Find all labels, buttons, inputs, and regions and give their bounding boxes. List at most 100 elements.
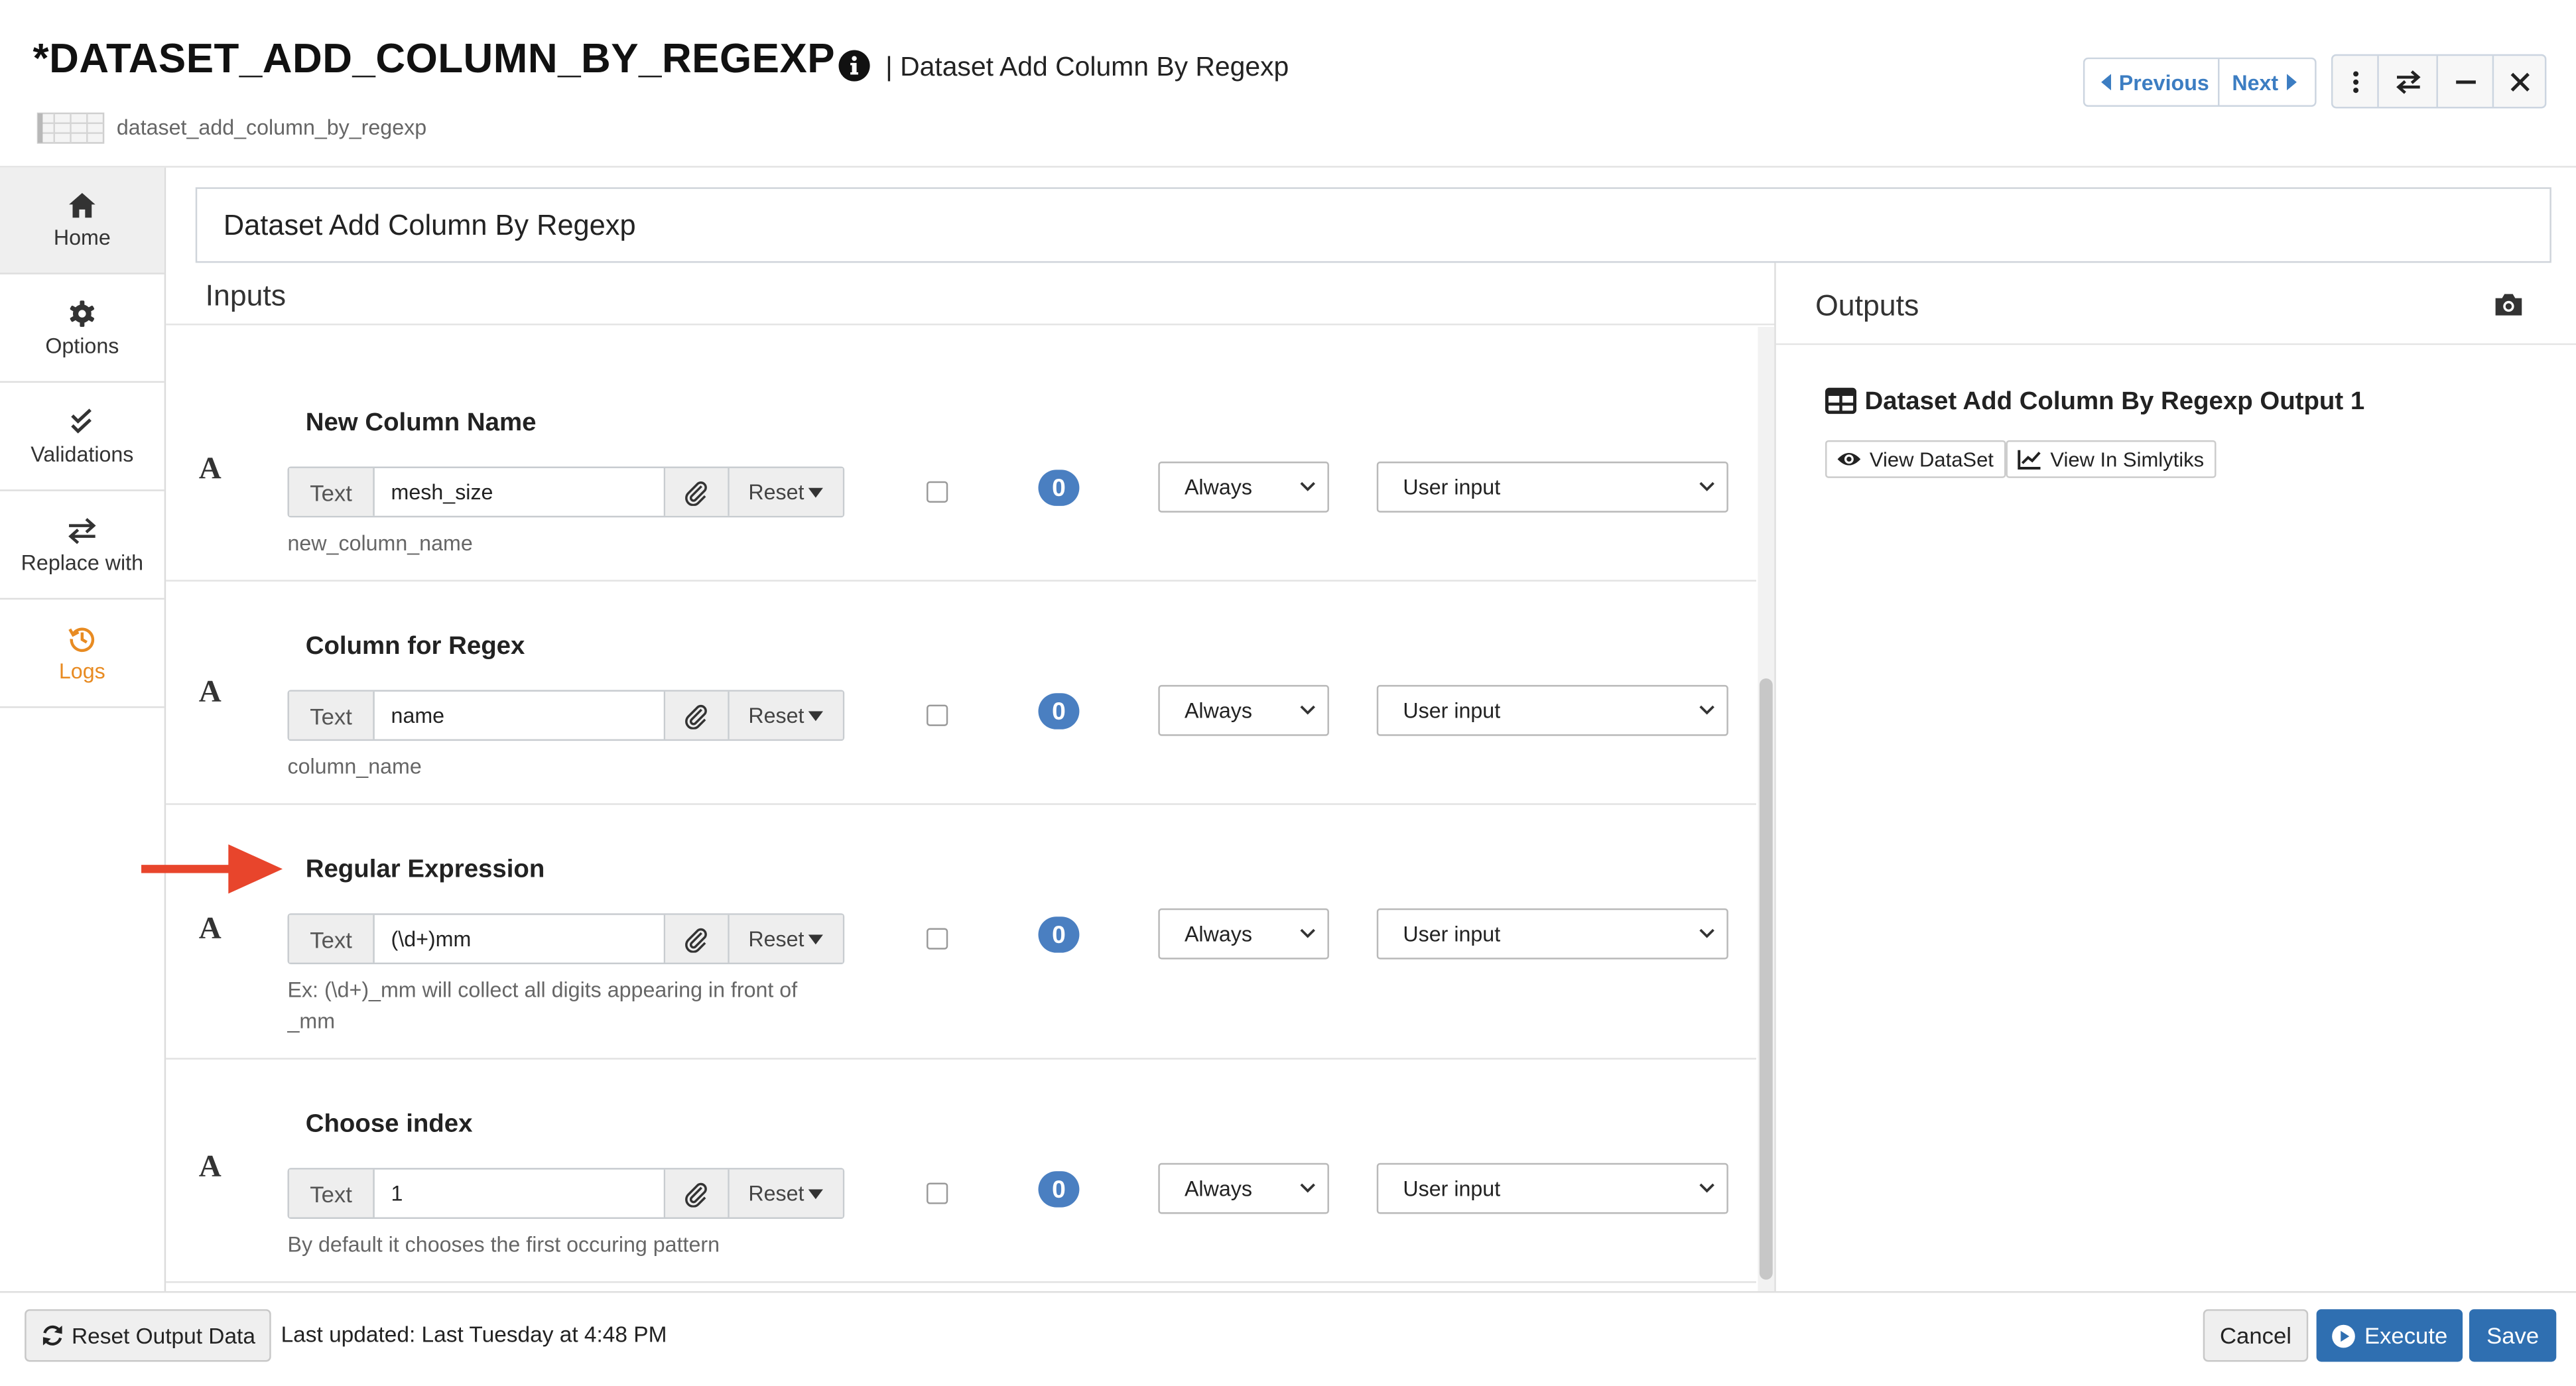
reset-output-data-button[interactable]: Reset Output Data [25, 1309, 271, 1362]
camera-icon[interactable] [2494, 290, 2524, 317]
text-type-icon: A [198, 452, 222, 487]
condition-value: Always [1184, 474, 1252, 500]
swap-button[interactable] [2379, 56, 2438, 107]
input-mode-select[interactable]: User input [1376, 462, 1728, 513]
execute-label: Execute [2364, 1322, 2448, 1349]
chevron-down-icon [1699, 705, 1714, 715]
input-mode-value: User input [1403, 698, 1501, 723]
next-label: Next [2232, 70, 2279, 95]
sidebar-item-validations[interactable]: Validations [0, 385, 164, 491]
chevron-down-icon [1699, 481, 1714, 491]
param-checkbox[interactable] [927, 481, 948, 503]
tool-name-input[interactable]: Dataset Add Column By Regexp [195, 187, 2551, 263]
param-value-input[interactable]: (\d+)mm [375, 914, 666, 963]
outputs-divider [1775, 343, 2576, 346]
reset-label: Reset [748, 703, 805, 728]
execute-button[interactable]: Execute [2316, 1309, 2463, 1362]
panel-divider [1774, 263, 1776, 1291]
text-type-icon: A [198, 1149, 222, 1184]
condition-select[interactable]: Always [1158, 1163, 1329, 1214]
param-value-input[interactable]: 1 [375, 1169, 666, 1218]
inputs-scrollbar-thumb[interactable] [1759, 678, 1773, 1280]
chevron-down-icon [1699, 1183, 1714, 1193]
condition-value: Always [1184, 1176, 1252, 1201]
condition-value: Always [1184, 698, 1252, 723]
sidebar: Home Options Validations Replace with Lo… [0, 167, 166, 1291]
count-badge: 0 [1038, 470, 1080, 506]
cancel-button[interactable]: Cancel [2203, 1309, 2309, 1362]
attach-button[interactable] [665, 691, 730, 739]
param-title: Column for Regex [305, 632, 525, 661]
param-input-group: Text name Reset [287, 690, 845, 741]
input-mode-select[interactable]: User input [1376, 684, 1728, 736]
reset-dropdown-button[interactable]: Reset [729, 1169, 843, 1218]
sidebar-item-label: Replace with [21, 550, 144, 575]
param-help-text: Ex: (\d+)_mm will collect all digits app… [287, 977, 798, 1034]
reset-dropdown-button[interactable]: Reset [729, 914, 843, 963]
param-help-text: column_name [287, 753, 422, 779]
reset-dropdown-button[interactable]: Reset [729, 691, 843, 739]
param-regular-expression: Regular Expression A Text (\d+)mm Reset … [166, 805, 1756, 1060]
param-input-group: Text (\d+)mm Reset [287, 913, 845, 965]
param-input-group: Text mesh_size Reset [287, 466, 845, 518]
param-input-group: Text 1 Reset [287, 1168, 845, 1219]
attach-button[interactable] [665, 468, 730, 516]
param-column-for-regex: Column for Regex A Text name Reset colum… [166, 582, 1756, 805]
page-title: *DATASET_ADD_COLUMN_BY_REGEXP [32, 36, 836, 82]
last-updated-text: Last updated: Last Tuesday at 4:48 PM [281, 1322, 667, 1348]
param-help-text: new_column_name [287, 531, 473, 556]
footer-divider [0, 1291, 2576, 1293]
condition-select[interactable]: Always [1158, 684, 1329, 736]
paperclip-icon [685, 927, 707, 952]
chevron-down-icon [1699, 928, 1714, 938]
next-button[interactable]: Next [2221, 59, 2315, 105]
count-badge: 0 [1038, 916, 1080, 953]
input-mode-value: User input [1403, 474, 1501, 500]
param-title: New Column Name [305, 409, 537, 437]
sidebar-item-replace-with[interactable]: Replace with [0, 493, 164, 600]
sidebar-item-label: Options [45, 333, 119, 358]
page-subtitle: | Dataset Add Column By Regexp [885, 52, 1289, 82]
param-title: Regular Expression [305, 855, 545, 884]
gear-icon [70, 300, 95, 327]
play-circle-icon [2332, 1324, 2356, 1348]
condition-value: Always [1184, 921, 1252, 946]
input-mode-select[interactable]: User input [1376, 1163, 1728, 1214]
sidebar-item-logs[interactable]: Logs [0, 601, 164, 708]
param-value-input[interactable]: name [375, 691, 666, 739]
sidebar-item-label: Home [53, 225, 111, 250]
attach-button[interactable] [665, 914, 730, 963]
save-button[interactable]: Save [2469, 1309, 2557, 1362]
record-navigation: Previous Next [2083, 57, 2317, 107]
param-new-column-name: New Column Name A Text mesh_size Reset n… [166, 358, 1756, 582]
annotation-arrow-icon [141, 844, 283, 894]
view-dataset-button[interactable]: View DataSet [1825, 440, 2006, 478]
reset-output-label: Reset Output Data [71, 1323, 255, 1348]
minimize-button[interactable] [2438, 56, 2494, 107]
outputs-heading: Outputs [1815, 288, 1919, 322]
view-in-simlytiks-button[interactable]: View In Simlytiks [2006, 440, 2216, 478]
more-options-button[interactable] [2333, 56, 2379, 107]
chevron-down-icon [1300, 1183, 1315, 1193]
sidebar-item-options[interactable]: Options [0, 276, 164, 383]
param-value-input[interactable]: mesh_size [375, 468, 666, 516]
caret-right-icon [2286, 74, 2297, 91]
attach-button[interactable] [665, 1169, 730, 1218]
previous-label: Previous [2118, 70, 2209, 95]
refresh-icon [42, 1325, 62, 1346]
previous-button[interactable]: Previous [2085, 59, 2221, 105]
param-title: Choose index [305, 1110, 473, 1139]
view-dataset-label: View DataSet [1869, 447, 1994, 471]
param-checkbox[interactable] [927, 928, 948, 950]
condition-select[interactable]: Always [1158, 908, 1329, 960]
reset-dropdown-button[interactable]: Reset [729, 468, 843, 516]
param-checkbox[interactable] [927, 1182, 948, 1204]
paperclip-icon [685, 1182, 707, 1207]
param-checkbox[interactable] [927, 704, 948, 726]
info-icon[interactable] [838, 49, 871, 82]
sidebar-item-home[interactable]: Home [0, 167, 164, 275]
reset-label: Reset [748, 479, 805, 505]
close-button[interactable] [2494, 56, 2545, 107]
condition-select[interactable]: Always [1158, 462, 1329, 513]
input-mode-select[interactable]: User input [1376, 908, 1728, 960]
